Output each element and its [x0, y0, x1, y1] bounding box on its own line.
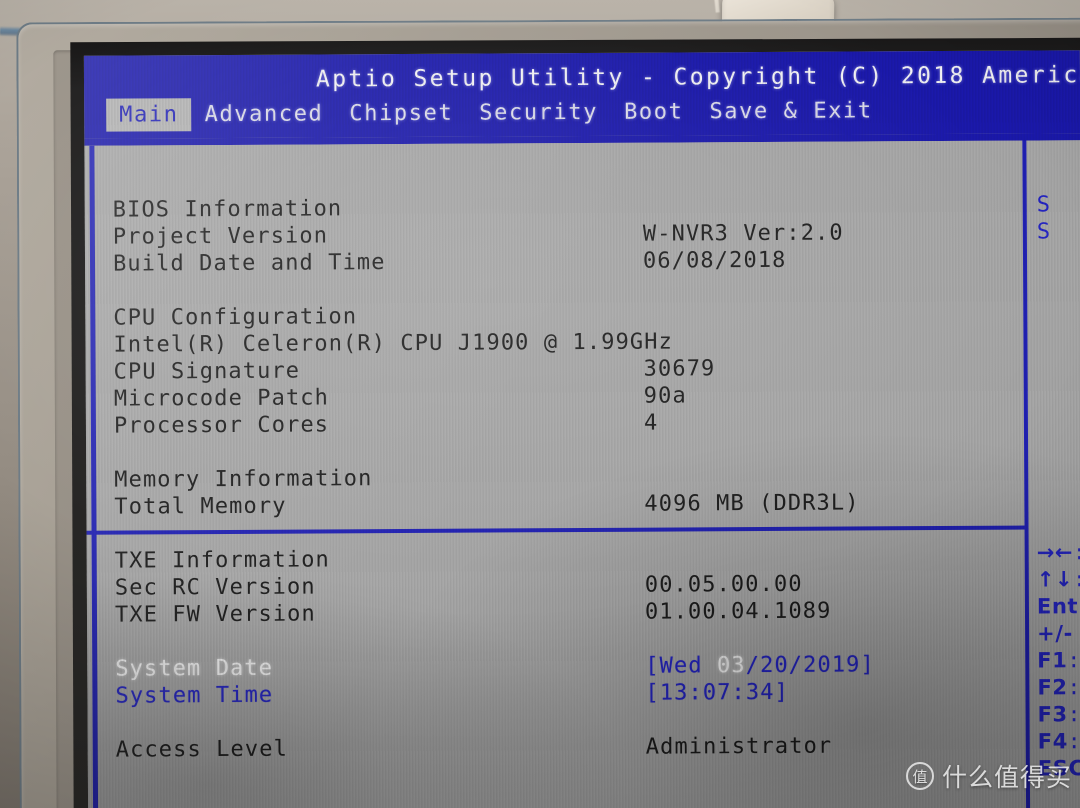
row-label: Processor Cores: [113, 412, 330, 439]
help-key-label: :: [1067, 729, 1080, 754]
row-label: Microcode Patch: [113, 385, 330, 412]
frame-border-right: [1022, 140, 1031, 808]
help-key-label: :: [1073, 567, 1080, 592]
row-value[interactable]: [13:07:34]: [645, 680, 789, 706]
help-key-glyph: ↑↓: [1036, 567, 1074, 592]
row-label: TXE FW Version: [114, 601, 316, 628]
bios-screen: Aptio Setup Utility - Copyright (C) 2018…: [83, 50, 1080, 808]
row-label: Intel(R) Celeron(R) CPU J1900 @ 1.99GHz: [113, 329, 674, 358]
watermark: 值 什么值得买: [905, 758, 1072, 794]
row-label: Sec RC Version: [114, 574, 316, 601]
row-label: System Time: [115, 682, 274, 709]
help-key-: ↑↓:: [1037, 567, 1080, 591]
tab-chipset[interactable]: Chipset: [336, 97, 466, 131]
help-description: S: [1036, 192, 1052, 218]
help-key-glyph: F4: [1037, 729, 1068, 754]
bios-title-bar: Aptio Setup Utility - Copyright (C) 2018…: [83, 50, 1080, 139]
tab-advanced[interactable]: Advanced: [191, 97, 336, 131]
help-key-f3: F3:: [1037, 702, 1080, 726]
help-key-f2: F2:: [1037, 675, 1080, 699]
row-label: Project Version: [112, 223, 329, 250]
watermark-badge-icon: 值: [905, 762, 934, 790]
tab-save-exit[interactable]: Save & Exit: [696, 94, 885, 128]
row-label: BIOS Information: [112, 196, 343, 223]
help-key-glyph: +/-: [1037, 621, 1073, 646]
help-key-: →←:: [1037, 540, 1080, 564]
help-key-label: :: [1072, 540, 1080, 565]
system-date-rest: /20/2019]: [745, 652, 875, 679]
help-key-glyph: F2: [1037, 675, 1068, 700]
settings-row: Access Level Administrator: [116, 733, 1021, 765]
row-value: 4096 MB (DDR3L): [644, 490, 860, 517]
row-label: TXE Information: [114, 547, 330, 574]
help-key-label: :: [1067, 648, 1080, 673]
tab-main[interactable]: Main: [106, 98, 192, 132]
bios-settings-list[interactable]: BIOS Information Project Version W-NVR3 Ve…: [112, 141, 1021, 808]
help-key-ent: Ent: [1037, 594, 1078, 618]
tab-boot[interactable]: Boot: [611, 95, 697, 128]
help-key-f1: F1:: [1037, 648, 1080, 672]
row-label: Total Memory: [114, 493, 287, 520]
watermark-text: 什么值得买: [941, 763, 1072, 792]
row-label: Memory Information: [114, 466, 373, 493]
row-value: 00.05.00.00: [644, 571, 803, 598]
help-key-f4: F4:: [1038, 729, 1080, 753]
system-date-month-field[interactable]: 03: [717, 653, 746, 678]
help-key-glyph: F1: [1037, 648, 1068, 673]
help-key-glyph: Ent: [1036, 594, 1079, 619]
bios-menu-tabs[interactable]: Main Advanced Chipset Security Boot Save & Ex…: [106, 94, 886, 132]
help-key-+/-: +/-: [1037, 621, 1073, 645]
row-value: 4: [643, 410, 659, 436]
row-label: Build Date and Time: [112, 250, 386, 277]
row-value: 30679: [643, 356, 716, 382]
help-key-glyph: →←: [1036, 540, 1074, 565]
row-value: 01.00.04.1089: [644, 598, 832, 625]
row-label: System Date: [115, 655, 274, 682]
help-key-glyph: F3: [1037, 702, 1068, 727]
help-key-label: :: [1067, 675, 1080, 700]
help-key-label: :: [1067, 702, 1080, 727]
bios-title: Aptio Setup Utility - Copyright (C) 2018…: [315, 61, 1080, 93]
help-description: S: [1036, 219, 1052, 245]
row-value: Administrator: [645, 733, 833, 760]
row-value: 90a: [643, 383, 687, 409]
row-value: 06/08/2018: [642, 247, 787, 274]
system-date-prefix: [Wed: [645, 653, 718, 679]
bios-help-panel: SS→←:↑↓:Ent+/-F1:F2:F3:F4:ESC:: [1030, 140, 1080, 808]
system-date-value[interactable]: [Wed 03/20/2019]: [645, 652, 875, 678]
row-label: Access Level: [115, 736, 288, 763]
row-label: CPU Configuration: [113, 304, 358, 331]
bios-body: BIOS Information Project Version W-NVR3 Ve…: [84, 140, 1080, 808]
row-value: W-NVR3 Ver:2.0: [642, 220, 844, 247]
tab-security[interactable]: Security: [466, 96, 611, 130]
frame-border-left: [89, 145, 99, 808]
row-label: CPU Signature: [113, 358, 301, 385]
